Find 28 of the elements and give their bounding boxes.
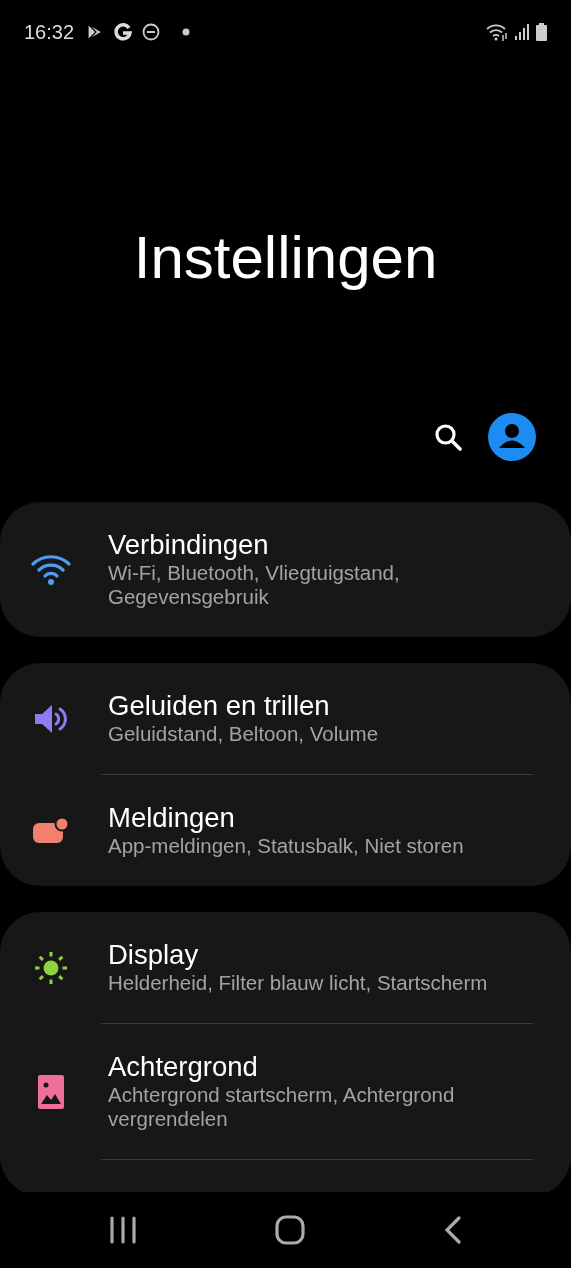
page-title: Instellingen xyxy=(133,223,438,293)
setting-summary: App-meldingen, Statusbalk, Niet storen xyxy=(108,834,465,858)
setting-summary: Wi-Fi, Bluetooth, Vliegtuigstand, Gegevensgebruik xyxy=(108,561,401,609)
search-icon xyxy=(434,423,462,451)
back-button[interactable] xyxy=(443,1216,462,1244)
recent-apps-icon xyxy=(109,1216,138,1244)
setting-summary: Geluidstand, Beltoon, Volume xyxy=(108,722,380,746)
signal-icon xyxy=(514,23,530,41)
search-button[interactable] xyxy=(434,423,462,451)
account-icon xyxy=(488,413,536,461)
setting-title[interactable]: Verbindingen xyxy=(108,529,541,561)
setting-title[interactable]: Display xyxy=(108,939,541,971)
home-button[interactable] xyxy=(275,1215,306,1245)
recent-apps-button[interactable] xyxy=(109,1216,138,1244)
account-button[interactable] xyxy=(488,413,536,461)
back-icon xyxy=(443,1216,462,1244)
setting-title[interactable]: Geluiden en trillen xyxy=(108,690,541,722)
do-not-disturb-icon xyxy=(142,23,161,41)
setting-summary: Helderheid, Filter blauw licht, Startscherm xyxy=(108,971,489,995)
dot-icon xyxy=(182,28,191,36)
status-time: 16:32 xyxy=(24,20,75,44)
setting-summary: Achtergrond startscherm, Achtergrond vergrendelen xyxy=(108,1083,456,1131)
home-icon xyxy=(275,1215,306,1245)
setting-title[interactable]: Meldingen xyxy=(108,802,541,834)
google-icon xyxy=(114,23,133,41)
battery-icon xyxy=(536,23,547,41)
setting-title[interactable]: Achtergrond xyxy=(108,1051,541,1083)
wifi-icon xyxy=(486,23,508,41)
